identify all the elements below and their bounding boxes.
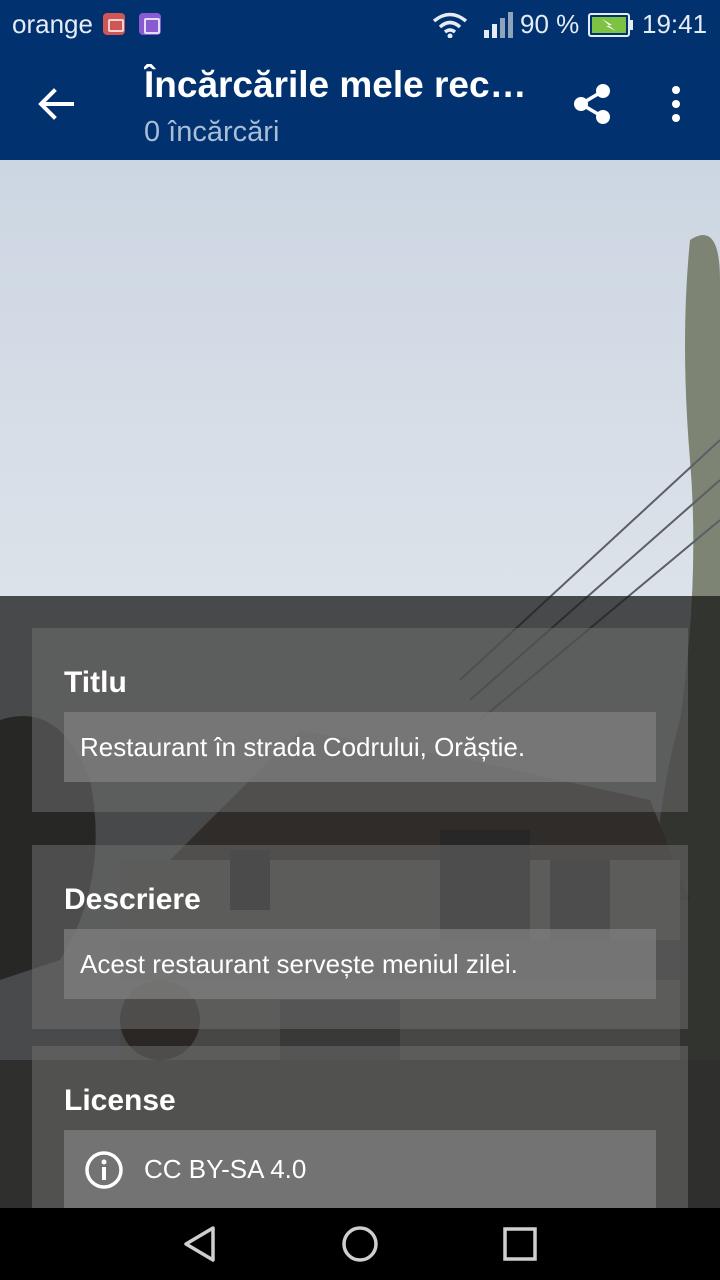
app-bar: Încărcările mele recente 0 încărcări xyxy=(0,50,720,160)
nav-back-button[interactable] xyxy=(180,1224,220,1269)
page-title: Încărcările mele recente xyxy=(144,64,534,105)
license-field[interactable]: CC BY-SA 4.0 xyxy=(64,1130,656,1208)
wifi-icon xyxy=(432,12,468,43)
battery-charging-icon xyxy=(588,13,634,42)
more-vert-icon xyxy=(672,86,680,122)
carrier-name: orange xyxy=(12,9,93,39)
info-icon xyxy=(84,1150,124,1195)
nav-home-icon xyxy=(342,1226,378,1262)
back-button[interactable] xyxy=(28,76,84,132)
license-card: License CC BY-SA 4.0 xyxy=(32,1046,688,1208)
nav-back-icon xyxy=(184,1226,215,1262)
back-arrow-icon xyxy=(38,88,74,120)
description-value: Acest restaurant servește meniul zilei. xyxy=(80,949,518,979)
status-bar: orange 90 % 19:41 xyxy=(0,0,720,50)
signal-icon xyxy=(484,12,516,43)
license-value: CC BY-SA 4.0 xyxy=(144,1154,307,1184)
nav-recents-button[interactable] xyxy=(500,1224,540,1269)
nav-recents-icon xyxy=(503,1227,537,1261)
mail-notification-icon xyxy=(103,13,125,35)
description-field[interactable]: Acest restaurant servește meniul zilei. xyxy=(64,929,656,999)
more-options-button[interactable] xyxy=(656,78,696,130)
nav-home-button[interactable] xyxy=(340,1224,380,1269)
system-nav-bar xyxy=(0,1208,720,1280)
license-label: License xyxy=(64,1084,176,1117)
battery-percent: 90 % xyxy=(520,9,580,39)
clock: 19:41 xyxy=(642,9,708,39)
title-label: Titlu xyxy=(64,666,127,699)
title-card: Titlu Restaurant în strada Codrului, Oră… xyxy=(32,628,688,812)
title-value: Restaurant în strada Codrului, Orăștie. xyxy=(80,732,526,762)
description-label: Descriere xyxy=(64,883,201,916)
share-icon xyxy=(574,84,610,124)
share-button[interactable] xyxy=(566,78,618,130)
photo-notification-icon xyxy=(139,13,161,35)
page-subtitle: 0 încărcări xyxy=(144,116,280,148)
title-field[interactable]: Restaurant în strada Codrului, Orăștie. xyxy=(64,712,656,782)
description-card: Descriere Acest restaurant servește meni… xyxy=(32,845,688,1029)
